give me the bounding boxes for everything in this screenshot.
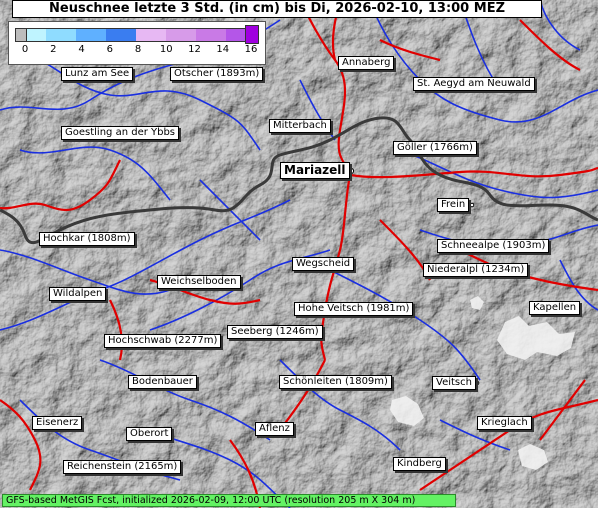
place-label-hochkar: Hochkar (1808m) [39,232,135,246]
place-label-schoenleiten: Schönleiten (1809m) [279,375,392,389]
place-label-hochschwab: Hochschwab (2277m) [104,334,222,348]
place-label-aflenz: Aflenz [255,422,294,436]
place-label-oetscher: Ötscher (1893m) [170,67,264,81]
place-label-frein: Frein [437,198,470,212]
legend-color-step [136,29,166,41]
forecast-info-footer: GFS-based MetGIS Fcst, initialized 2026-… [2,494,456,507]
legend-tick-label: 16 [244,44,258,55]
legend-color-step [46,29,76,41]
place-label-veitsch: Veitsch [432,376,476,390]
legend-color-step [166,29,196,41]
legend-tick-label: 8 [134,44,142,55]
map-title: Neuschnee letzte 3 Std. (in cm) bis Di, … [12,0,542,18]
legend-tick-label: 12 [188,44,201,55]
legend-tick-label: 10 [159,44,173,55]
place-label-annaberg: Annaberg [338,56,395,70]
place-label-bodenbauer: Bodenbauer [128,375,197,389]
place-label-eisenerz: Eisenerz [32,416,83,430]
snow-legend: 0 2 4 6 8 10 12 14 16 [8,21,266,65]
place-label-goeller: Göller (1766m) [393,141,477,155]
place-label-hohe-veitsch: Hohe Veitsch (1981m) [294,302,414,316]
legend-no-snow-swatch [15,28,27,42]
place-label-seeberg: Seeberg (1246m) [227,325,323,339]
legend-max-swatch [245,25,259,44]
place-label-mariazell: Mariazell [280,162,350,179]
place-label-lunz: Lunz am See [61,67,134,81]
place-label-goestling: Goestling an der Ybbs [61,126,180,140]
legend-tick-label: 2 [50,44,57,55]
place-label-oberort: Oberort [126,427,173,441]
place-label-mitterbach: Mitterbach [269,119,331,133]
place-label-kindberg: Kindberg [393,457,446,471]
legend-color-scale [15,28,257,42]
legend-tick-label: 14 [216,44,230,55]
place-label-reichenstein: Reichenstein (2165m) [63,460,182,474]
legend-tick-label: 4 [78,44,85,55]
place-label-weichselboden: Weichselboden [157,275,241,289]
legend-color-step [196,29,226,41]
place-label-krieglach: Krieglach [477,416,532,430]
place-label-wegscheid: Wegscheid [292,257,355,271]
place-label-kapellen: Kapellen [529,301,581,315]
place-label-st-aegyd: St. Aegyd am Neuwald [413,77,535,91]
place-label-wildalpen: Wildalpen [49,287,107,301]
place-label-niederalpl: Niederalpl (1234m) [423,263,529,277]
legend-color-step [106,29,136,41]
legend-tick-label: 6 [106,44,113,55]
legend-color-step [76,29,106,41]
legend-tick-label: 0 [21,44,29,55]
place-label-schneealpe: Schneealpe (1903m) [437,239,550,253]
